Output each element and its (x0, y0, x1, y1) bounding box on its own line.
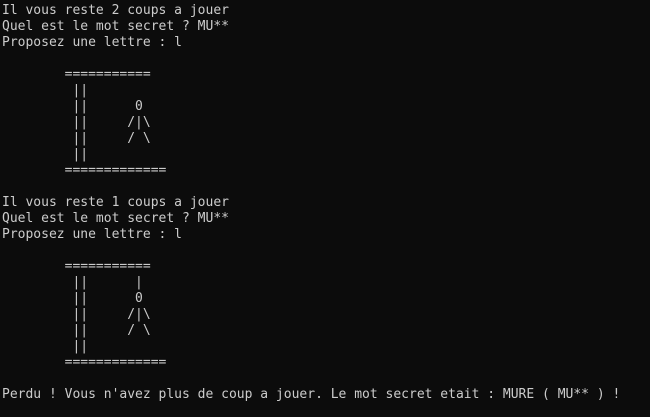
gallows-line: || /|\ (2, 307, 151, 322)
gallows-line: || (2, 147, 89, 162)
gallows-line: || 0 (2, 291, 143, 306)
gallows-line: || (2, 83, 89, 98)
letter-prompt: Proposez une lettre : l (2, 35, 183, 50)
gallows-line: =========== (2, 259, 151, 274)
remaining-tries-text: Il vous reste 2 coups a jouer (2, 3, 229, 18)
secret-word-question: Quel est le mot secret ? MU** (2, 19, 229, 34)
gallows-line: ============= (2, 163, 167, 178)
gallows-line: || / \ (2, 131, 151, 146)
gallows-line: =========== (2, 67, 151, 82)
letter-prompt: Proposez une lettre : l (2, 227, 183, 242)
remaining-tries-text: Il vous reste 1 coups a jouer (2, 195, 229, 210)
gallows-line: || / \ (2, 323, 151, 338)
secret-word-question: Quel est le mot secret ? MU** (2, 211, 229, 226)
gallows-line: || /|\ (2, 115, 151, 130)
gallows-line: || (2, 339, 89, 354)
gallows-line: || | (2, 275, 143, 290)
game-over-message: Perdu ! Vous n'avez plus de coup a jouer… (2, 387, 621, 402)
gallows-line: ============= (2, 355, 167, 370)
gallows-line: || 0 (2, 99, 143, 114)
console-window[interactable]: Il vous reste 2 coups a jouer Quel est l… (0, 0, 650, 417)
